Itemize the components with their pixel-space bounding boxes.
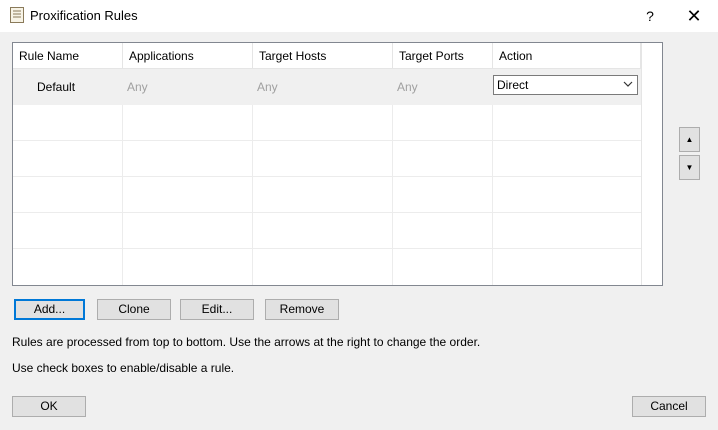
column-header-target-ports[interactable]: Target Ports (393, 43, 493, 69)
chevron-down-icon (623, 81, 633, 87)
action-select-value: Direct (497, 78, 529, 92)
help-button[interactable]: ? (638, 6, 662, 26)
row-divider (13, 212, 641, 213)
row-divider (13, 176, 641, 177)
target-ports-cell: Any (397, 80, 418, 94)
order-info-text: Rules are processed from top to bottom. … (12, 335, 481, 349)
cancel-button[interactable]: Cancel (632, 396, 706, 417)
move-down-button[interactable]: ▼ (679, 155, 700, 180)
rule-name-cell: Default (37, 80, 76, 94)
row-divider (13, 140, 641, 141)
applications-cell: Any (127, 80, 148, 94)
clone-button[interactable]: Clone (97, 299, 171, 320)
column-header-rule-name[interactable]: Rule Name (13, 43, 123, 69)
column-header-applications[interactable]: Applications (123, 43, 253, 69)
action-select[interactable]: Direct (493, 75, 638, 95)
checkbox-info-text: Use check boxes to enable/disable a rule… (12, 361, 235, 375)
table-right-gutter (641, 43, 662, 285)
edit-button[interactable]: Edit... (180, 299, 254, 320)
window-title: Proxification Rules (30, 8, 138, 23)
column-header-action[interactable]: Action (493, 43, 641, 69)
add-button[interactable]: Add... (14, 299, 85, 320)
title-bar: Proxification Rules ? ✕ (0, 0, 718, 32)
close-button[interactable]: ✕ (678, 4, 710, 28)
move-up-button[interactable]: ▲ (679, 127, 700, 152)
column-header-target-hosts[interactable]: Target Hosts (253, 43, 393, 69)
target-hosts-cell: Any (257, 80, 278, 94)
remove-button[interactable]: Remove (265, 299, 339, 320)
row-divider (13, 248, 641, 249)
app-icon (10, 7, 24, 23)
ok-button[interactable]: OK (12, 396, 86, 417)
